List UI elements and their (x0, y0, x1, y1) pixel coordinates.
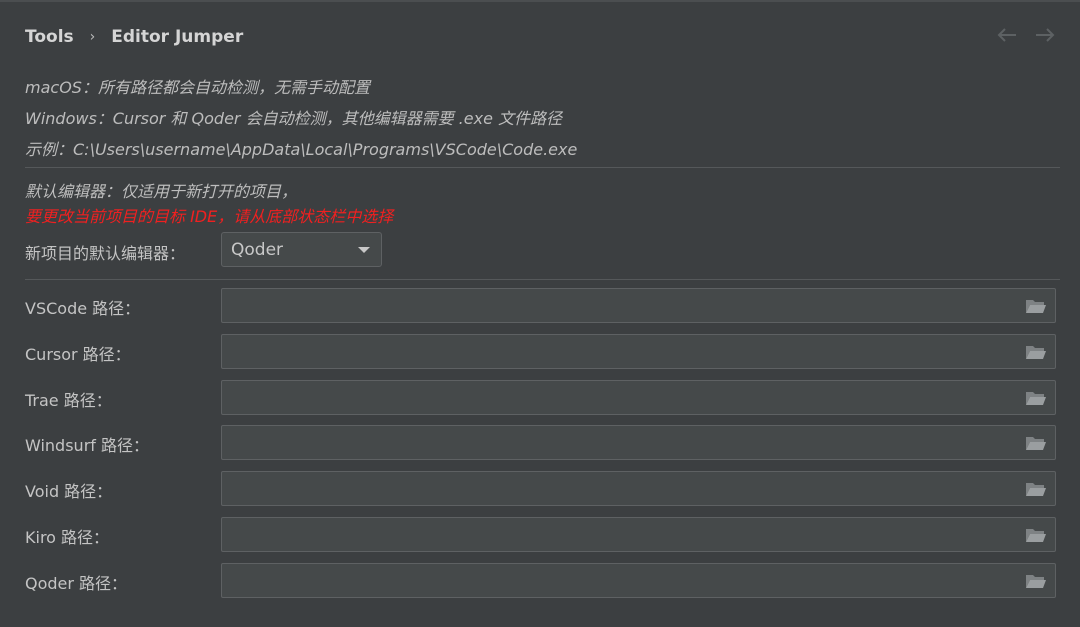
path-label: Kiro 路径： (25, 528, 110, 547)
back-button[interactable] (996, 24, 1018, 46)
folder-open-icon (1026, 392, 1046, 405)
browse-folder-button[interactable] (1025, 434, 1047, 452)
top-border (0, 0, 1080, 2)
path-label: Windsurf 路径： (25, 436, 149, 455)
arrow-left-icon (997, 28, 1016, 42)
path-field (221, 334, 1056, 369)
macos-info: macOS：所有路径都会自动检测，无需手动配置 (25, 78, 370, 97)
path-label: Trae 路径： (25, 391, 112, 410)
folder-open-icon (1026, 575, 1046, 588)
path-input[interactable] (222, 472, 1012, 505)
path-input[interactable] (222, 289, 1012, 322)
folder-open-icon (1026, 529, 1046, 542)
browse-folder-button[interactable] (1025, 343, 1047, 361)
default-editor-select[interactable]: Qoder (221, 232, 382, 267)
browse-folder-button[interactable] (1025, 389, 1047, 407)
browse-folder-button[interactable] (1025, 297, 1047, 315)
path-label: Qoder 路径： (25, 574, 128, 593)
folder-open-icon (1026, 437, 1046, 450)
forward-button[interactable] (1034, 24, 1056, 46)
windows-info: Windows：Cursor 和 Qoder 会自动检测，其他编辑器需要 .ex… (25, 109, 563, 128)
path-field (221, 288, 1056, 323)
breadcrumb-root[interactable]: Tools (25, 27, 74, 47)
path-label: Void 路径： (25, 482, 113, 501)
path-field (221, 517, 1056, 552)
settings-page: Tools › Editor Jumper macOS：所有路径都会自动检测，无… (0, 0, 1080, 627)
page-title: Editor Jumper (111, 27, 244, 47)
path-input[interactable] (222, 564, 1012, 597)
path-field (221, 425, 1056, 460)
path-field (221, 380, 1056, 415)
path-input[interactable] (222, 381, 1012, 414)
section-divider (25, 167, 1060, 168)
path-field (221, 471, 1056, 506)
folder-open-icon (1026, 300, 1046, 313)
arrow-right-icon (1036, 28, 1055, 42)
history-navigation (996, 24, 1056, 46)
breadcrumb-separator: › (89, 29, 96, 45)
folder-open-icon (1026, 346, 1046, 359)
folder-open-icon (1026, 483, 1046, 496)
browse-folder-button[interactable] (1025, 480, 1047, 498)
section-divider (25, 279, 1060, 280)
browse-folder-button[interactable] (1025, 526, 1047, 544)
default-editor-note: 默认编辑器：仅适用于新打开的项目， (25, 182, 298, 201)
path-field (221, 563, 1056, 598)
default-editor-warning: 要更改当前项目的目标 IDE，请从底部状态栏中选择 (25, 207, 394, 226)
breadcrumb: Tools › Editor Jumper (25, 24, 243, 50)
path-input[interactable] (222, 335, 1012, 368)
default-editor-value: Qoder (231, 239, 284, 260)
default-editor-label: 新项目的默认编辑器： (25, 244, 186, 263)
chevron-down-icon (358, 247, 370, 253)
example-info: 示例：C:\Users\username\AppData\Local\Progr… (25, 140, 578, 159)
path-label: Cursor 路径： (25, 345, 131, 364)
browse-folder-button[interactable] (1025, 572, 1047, 590)
path-input[interactable] (222, 426, 1012, 459)
path-label: VSCode 路径： (25, 299, 141, 318)
path-input[interactable] (222, 518, 1012, 551)
